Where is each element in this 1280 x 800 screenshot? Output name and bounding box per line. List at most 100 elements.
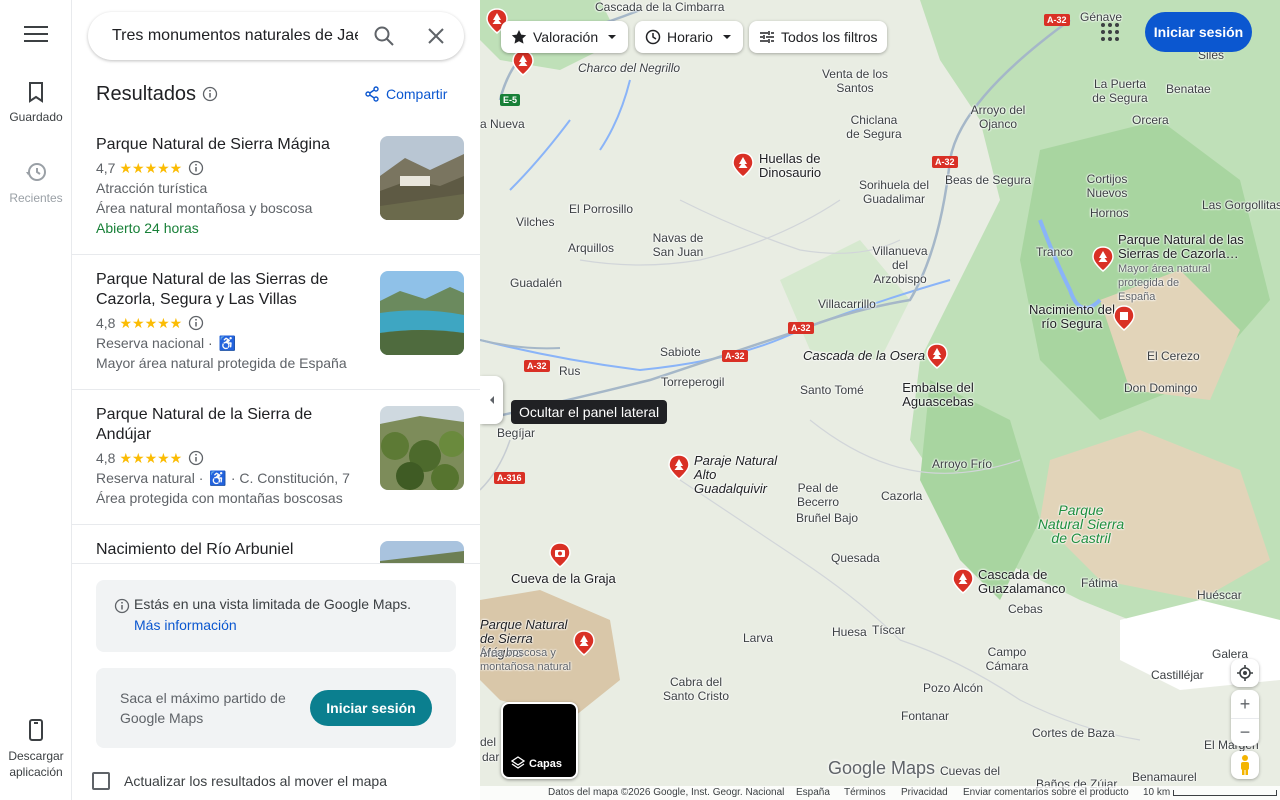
share-icon (365, 86, 379, 102)
results-header: Resultados (96, 80, 218, 108)
result-name[interactable]: Parque Natural de la Sierra de Andújar (96, 405, 346, 445)
result-card[interactable]: Parque Natural de las Sierras de Cazorla… (72, 255, 480, 390)
map-label: Benatae (1166, 82, 1211, 96)
map-label: Parque Natural Sierra de Castril (1037, 502, 1125, 546)
result-photo[interactable] (380, 136, 464, 220)
zoom-out-button[interactable]: − (1231, 718, 1259, 746)
signin-top-button[interactable]: Iniciar sesión (1145, 12, 1252, 52)
privacy-link[interactable]: Privacidad (901, 787, 948, 798)
layers-button[interactable]: Capas (501, 702, 578, 779)
update-results-toggle[interactable]: Actualizar los resultados al mover el ma… (92, 772, 387, 790)
search-input[interactable] (112, 24, 358, 48)
map-label: Torreperogil (661, 375, 725, 389)
map-label: Charco del Negrillo (578, 61, 681, 75)
promo-text: Saca el máximo partido de Google Maps (120, 690, 286, 726)
rating-value: 4,8 (96, 315, 116, 331)
map-label: Cabra del Santo Cristo (662, 675, 730, 703)
map-label: Fátima (1081, 576, 1118, 590)
rating-stars: ★★★★★ (119, 160, 183, 176)
map-label: Arroyo Frío (932, 457, 993, 471)
result-category-row: Reserva natural · ♿ · C. Constitución, 7 (96, 468, 350, 488)
map-label: Peal de Becerro (796, 481, 840, 509)
result-name[interactable]: Parque Natural de las Sierras de Cazorla… (96, 270, 346, 310)
info-icon[interactable] (188, 160, 204, 176)
share-button[interactable]: Compartir (364, 86, 447, 102)
layers-label: Capas (529, 758, 563, 770)
hours-filter-chip[interactable]: Horario (635, 21, 743, 53)
menu-icon[interactable] (24, 26, 48, 46)
zoom-controls: + − (1231, 690, 1259, 746)
map-label: Larva (743, 631, 774, 645)
layers-icon (511, 756, 525, 769)
result-category: Atracción turística (96, 180, 208, 196)
signin-button[interactable]: Iniciar sesión (310, 690, 432, 726)
map-canvas[interactable]: Cascada de la Cimbarra Charco del Negril… (480, 0, 1280, 800)
result-photo[interactable] (380, 406, 464, 490)
result-card[interactable]: Parque Natural de la Sierra de Andújar 4… (72, 390, 480, 525)
my-location-button[interactable] (1231, 659, 1259, 687)
bookmark-icon (29, 82, 43, 103)
map-data-attribution: Datos del mapa ©2026 Google, Inst. Geogr… (548, 787, 785, 798)
zoom-in-button[interactable]: + (1231, 690, 1259, 718)
map-label: Cascada de la Cimbarra (595, 0, 725, 14)
result-photo[interactable] (380, 271, 464, 355)
result-category-row: Reserva nacional · ♿ (96, 333, 236, 353)
map-label: Cazorla (881, 489, 923, 503)
history-icon (26, 163, 46, 181)
park-pin-icon[interactable] (573, 630, 595, 656)
road-shield: A-32 (524, 360, 550, 372)
terms-link[interactable]: Términos (844, 787, 886, 798)
park-pin-icon[interactable] (732, 152, 754, 178)
result-name[interactable]: Nacimiento del Río Arbuniel (96, 540, 346, 560)
result-description: Mayor área natural protegida de España (96, 355, 347, 371)
map-label: Cortes de Baza (1032, 726, 1115, 740)
map-label: Chiclana de Segura (846, 113, 902, 141)
recent-button[interactable]: Recientes (0, 160, 72, 206)
feedback-link[interactable]: Enviar comentarios sobre el producto (963, 787, 1129, 798)
pegman-icon (1241, 755, 1249, 775)
close-icon[interactable] (424, 24, 448, 48)
landmark-pin-icon[interactable] (1113, 305, 1135, 331)
result-name[interactable]: Parque Natural de Sierra Mágina (96, 135, 346, 155)
camera-pin-icon[interactable] (549, 542, 571, 568)
park-pin-icon[interactable] (512, 50, 534, 76)
park-pin-icon[interactable] (952, 568, 974, 594)
download-label: Descargar aplicación (8, 749, 64, 779)
result-card[interactable]: Nacimiento del Río Arbuniel (72, 525, 480, 563)
signin-promo: Saca el máximo partido de Google Maps In… (96, 668, 456, 748)
scale-bar (1173, 790, 1277, 796)
results-panel: Resultados Compartir Parque Natural de S… (72, 0, 480, 800)
all-filters-chip[interactable]: Todos los filtros (749, 21, 888, 53)
country-link[interactable]: España (796, 787, 830, 798)
street-view-button[interactable] (1231, 751, 1259, 779)
result-card[interactable]: Parque Natural de Sierra Mágina 4,7 ★★★★… (72, 120, 480, 255)
map-label: Castilléjar (1151, 668, 1204, 682)
info-icon[interactable] (202, 86, 218, 102)
map-label: El Cerezo (1147, 349, 1200, 363)
rating-filter-chip[interactable]: Valoración (501, 21, 629, 53)
info-icon[interactable] (188, 315, 204, 331)
map-label: Sorihuela del Guadalimar (858, 178, 930, 206)
update-label: Actualizar los resultados al mover el ma… (124, 773, 388, 789)
map-label: Orcera (1132, 113, 1169, 127)
park-pin-icon[interactable] (926, 343, 948, 369)
info-icon[interactable] (188, 450, 204, 466)
park-pin-icon[interactable] (1092, 246, 1114, 272)
result-photo[interactable] (380, 541, 464, 563)
map-label: Don Domingo (1124, 381, 1198, 395)
map-label: Arquillos (568, 241, 615, 255)
scale-label[interactable]: 10 km (1143, 787, 1170, 798)
collapse-panel-button[interactable] (480, 376, 503, 424)
tune-icon (760, 31, 774, 43)
map-label: Paraje Natural Alto Guadalquivir (694, 453, 778, 496)
saved-button[interactable]: Guardado (0, 80, 72, 124)
download-app-button[interactable]: Descargar aplicación (0, 718, 72, 780)
accessible-icon: ♿ (218, 335, 237, 351)
apps-grid-icon[interactable] (1098, 20, 1122, 44)
phone-icon (29, 719, 43, 741)
park-pin-icon[interactable] (668, 454, 690, 480)
update-checkbox[interactable] (92, 772, 110, 790)
search-icon[interactable] (372, 24, 396, 48)
results-list: Parque Natural de Sierra Mágina 4,7 ★★★★… (72, 120, 480, 563)
more-info-link[interactable]: Más información (134, 617, 237, 633)
